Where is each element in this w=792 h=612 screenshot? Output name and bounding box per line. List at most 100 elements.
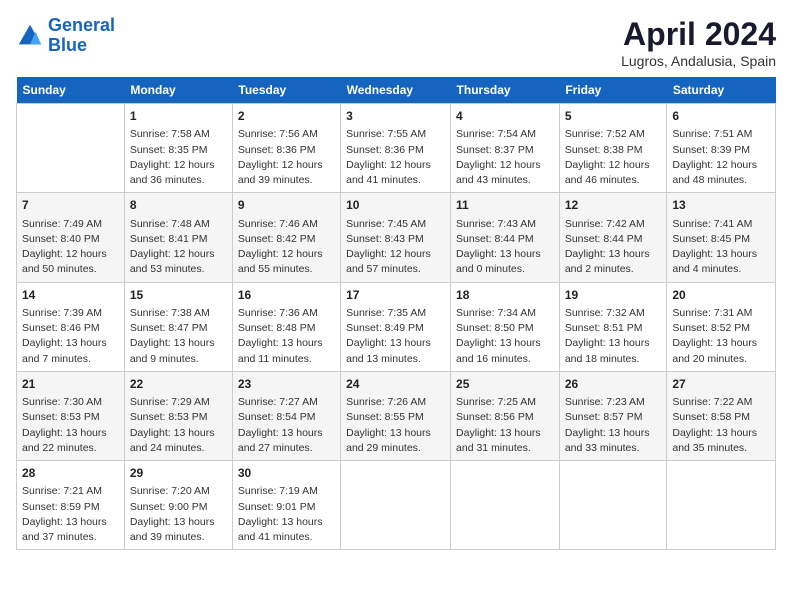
day-number: 29 xyxy=(130,465,227,482)
day-number: 16 xyxy=(238,287,335,304)
day-number: 23 xyxy=(238,376,335,393)
logo-text: General Blue xyxy=(48,16,115,56)
day-number: 4 xyxy=(456,108,554,125)
day-info: Sunrise: 7:51 AM Sunset: 8:39 PM Dayligh… xyxy=(672,127,770,188)
calendar-header-row: SundayMondayTuesdayWednesdayThursdayFrid… xyxy=(17,77,776,104)
calendar-cell: 25 Sunrise: 7:25 AM Sunset: 8:56 PM Dayli… xyxy=(451,371,560,460)
day-info: Sunrise: 7:30 AM Sunset: 8:53 PM Dayligh… xyxy=(22,395,119,456)
day-number: 1 xyxy=(130,108,227,125)
day-info: Sunrise: 7:55 AM Sunset: 8:36 PM Dayligh… xyxy=(346,127,445,188)
calendar-cell xyxy=(667,461,776,550)
day-number: 20 xyxy=(672,287,770,304)
calendar-cell xyxy=(451,461,560,550)
day-info: Sunrise: 7:52 AM Sunset: 8:38 PM Dayligh… xyxy=(565,127,662,188)
calendar-cell: 4 Sunrise: 7:54 AM Sunset: 8:37 PM Daylig… xyxy=(451,104,560,193)
day-number: 10 xyxy=(346,197,445,214)
day-info: Sunrise: 7:45 AM Sunset: 8:43 PM Dayligh… xyxy=(346,217,445,278)
location: Lugros, Andalusia, Spain xyxy=(621,53,776,69)
day-number: 5 xyxy=(565,108,662,125)
calendar-cell: 9Sunrise: 7:46 AM Sunset: 8:42 PM Daylig… xyxy=(232,193,340,282)
calendar-cell: 12 Sunrise: 7:42 AM Sunset: 8:44 PM Dayli… xyxy=(559,193,667,282)
logo-icon xyxy=(16,22,44,50)
day-info: Sunrise: 7:34 AM Sunset: 8:50 PM Dayligh… xyxy=(456,306,554,367)
day-number: 26 xyxy=(565,376,662,393)
col-header-saturday: Saturday xyxy=(667,77,776,104)
calendar-cell: 5 Sunrise: 7:52 AM Sunset: 8:38 PM Daylig… xyxy=(559,104,667,193)
day-info: Sunrise: 7:39 AM Sunset: 8:46 PM Dayligh… xyxy=(22,306,119,367)
calendar-cell xyxy=(341,461,451,550)
calendar-week-row: 1 Sunrise: 7:58 AM Sunset: 8:35 PM Daylig… xyxy=(17,104,776,193)
day-info: Sunrise: 7:29 AM Sunset: 8:53 PM Dayligh… xyxy=(130,395,227,456)
day-number: 25 xyxy=(456,376,554,393)
day-number: 7 xyxy=(22,197,119,214)
title-block: April 2024 Lugros, Andalusia, Spain xyxy=(621,16,776,69)
calendar-cell xyxy=(559,461,667,550)
day-info: Sunrise: 7:38 AM Sunset: 8:47 PM Dayligh… xyxy=(130,306,227,367)
day-number: 8 xyxy=(130,197,227,214)
calendar-cell: 6Sunrise: 7:51 AM Sunset: 8:39 PM Daylig… xyxy=(667,104,776,193)
day-info: Sunrise: 7:22 AM Sunset: 8:58 PM Dayligh… xyxy=(672,395,770,456)
day-info: Sunrise: 7:56 AM Sunset: 8:36 PM Dayligh… xyxy=(238,127,335,188)
day-info: Sunrise: 7:54 AM Sunset: 8:37 PM Dayligh… xyxy=(456,127,554,188)
day-info: Sunrise: 7:43 AM Sunset: 8:44 PM Dayligh… xyxy=(456,217,554,278)
day-info: Sunrise: 7:46 AM Sunset: 8:42 PM Dayligh… xyxy=(238,217,335,278)
day-number: 21 xyxy=(22,376,119,393)
day-number: 13 xyxy=(672,197,770,214)
calendar-cell: 24 Sunrise: 7:26 AM Sunset: 8:55 PM Dayli… xyxy=(341,371,451,460)
calendar-cell: 1 Sunrise: 7:58 AM Sunset: 8:35 PM Daylig… xyxy=(124,104,232,193)
day-number: 15 xyxy=(130,287,227,304)
day-number: 30 xyxy=(238,465,335,482)
calendar-cell: 20Sunrise: 7:31 AM Sunset: 8:52 PM Dayli… xyxy=(667,282,776,371)
day-info: Sunrise: 7:19 AM Sunset: 9:01 PM Dayligh… xyxy=(238,484,335,545)
calendar-cell: 21 Sunrise: 7:30 AM Sunset: 8:53 PM Dayli… xyxy=(17,371,125,460)
day-number: 19 xyxy=(565,287,662,304)
calendar-cell xyxy=(17,104,125,193)
col-header-wednesday: Wednesday xyxy=(341,77,451,104)
day-number: 14 xyxy=(22,287,119,304)
day-info: Sunrise: 7:25 AM Sunset: 8:56 PM Dayligh… xyxy=(456,395,554,456)
calendar-cell: 15 Sunrise: 7:38 AM Sunset: 8:47 PM Dayli… xyxy=(124,282,232,371)
logo: General Blue xyxy=(16,16,115,56)
calendar-cell: 2 Sunrise: 7:56 AM Sunset: 8:36 PM Daylig… xyxy=(232,104,340,193)
day-info: Sunrise: 7:20 AM Sunset: 9:00 PM Dayligh… xyxy=(130,484,227,545)
calendar-cell: 14 Sunrise: 7:39 AM Sunset: 8:46 PM Dayli… xyxy=(17,282,125,371)
calendar-cell: 30 Sunrise: 7:19 AM Sunset: 9:01 PM Dayli… xyxy=(232,461,340,550)
col-header-tuesday: Tuesday xyxy=(232,77,340,104)
day-info: Sunrise: 7:41 AM Sunset: 8:45 PM Dayligh… xyxy=(672,217,770,278)
day-number: 22 xyxy=(130,376,227,393)
day-number: 2 xyxy=(238,108,335,125)
day-number: 3 xyxy=(346,108,445,125)
calendar-cell: 13 Sunrise: 7:41 AM Sunset: 8:45 PM Dayli… xyxy=(667,193,776,282)
day-info: Sunrise: 7:42 AM Sunset: 8:44 PM Dayligh… xyxy=(565,217,662,278)
day-number: 24 xyxy=(346,376,445,393)
day-info: Sunrise: 7:32 AM Sunset: 8:51 PM Dayligh… xyxy=(565,306,662,367)
col-header-friday: Friday xyxy=(559,77,667,104)
day-info: Sunrise: 7:58 AM Sunset: 8:35 PM Dayligh… xyxy=(130,127,227,188)
day-info: Sunrise: 7:23 AM Sunset: 8:57 PM Dayligh… xyxy=(565,395,662,456)
calendar-cell: 19 Sunrise: 7:32 AM Sunset: 8:51 PM Dayli… xyxy=(559,282,667,371)
calendar-cell: 26 Sunrise: 7:23 AM Sunset: 8:57 PM Dayli… xyxy=(559,371,667,460)
calendar-cell: 3 Sunrise: 7:55 AM Sunset: 8:36 PM Daylig… xyxy=(341,104,451,193)
day-number: 17 xyxy=(346,287,445,304)
calendar-week-row: 21 Sunrise: 7:30 AM Sunset: 8:53 PM Dayli… xyxy=(17,371,776,460)
day-info: Sunrise: 7:48 AM Sunset: 8:41 PM Dayligh… xyxy=(130,217,227,278)
calendar-cell: 7 Sunrise: 7:49 AM Sunset: 8:40 PM Daylig… xyxy=(17,193,125,282)
calendar-cell: 23Sunrise: 7:27 AM Sunset: 8:54 PM Dayli… xyxy=(232,371,340,460)
calendar-cell: 16 Sunrise: 7:36 AM Sunset: 8:48 PM Dayli… xyxy=(232,282,340,371)
calendar-cell: 22 Sunrise: 7:29 AM Sunset: 8:53 PM Dayli… xyxy=(124,371,232,460)
col-header-sunday: Sunday xyxy=(17,77,125,104)
calendar-cell: 29 Sunrise: 7:20 AM Sunset: 9:00 PM Dayli… xyxy=(124,461,232,550)
calendar-cell: 17 Sunrise: 7:35 AM Sunset: 8:49 PM Dayli… xyxy=(341,282,451,371)
calendar-week-row: 7 Sunrise: 7:49 AM Sunset: 8:40 PM Daylig… xyxy=(17,193,776,282)
day-info: Sunrise: 7:49 AM Sunset: 8:40 PM Dayligh… xyxy=(22,217,119,278)
col-header-thursday: Thursday xyxy=(451,77,560,104)
day-info: Sunrise: 7:26 AM Sunset: 8:55 PM Dayligh… xyxy=(346,395,445,456)
month-title: April 2024 xyxy=(621,16,776,53)
day-number: 27 xyxy=(672,376,770,393)
day-info: Sunrise: 7:36 AM Sunset: 8:48 PM Dayligh… xyxy=(238,306,335,367)
calendar-cell: 10 Sunrise: 7:45 AM Sunset: 8:43 PM Dayli… xyxy=(341,193,451,282)
page-header: General Blue April 2024 Lugros, Andalusi… xyxy=(16,16,776,69)
calendar-cell: 28Sunrise: 7:21 AM Sunset: 8:59 PM Dayli… xyxy=(17,461,125,550)
day-number: 12 xyxy=(565,197,662,214)
day-info: Sunrise: 7:35 AM Sunset: 8:49 PM Dayligh… xyxy=(346,306,445,367)
